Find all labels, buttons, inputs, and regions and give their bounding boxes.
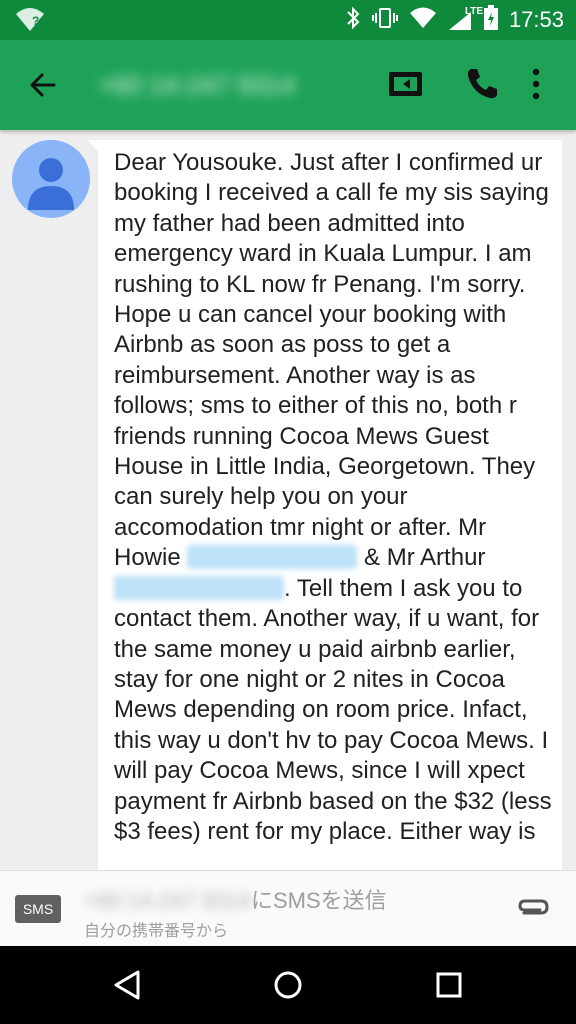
avatar[interactable] — [12, 140, 90, 218]
signal-icon: LTE — [447, 6, 483, 32]
compose-bar: SMS +60 14-247 9314にSMSを送信 自分の携帯番号から — [0, 870, 576, 947]
compose-input[interactable]: +60 14-247 9314にSMSを送信 — [84, 883, 387, 915]
video-call-icon[interactable] — [386, 64, 426, 104]
conversation-toolbar: +60 14-247 9314 — [0, 40, 576, 130]
status-time: 17:53 — [508, 7, 564, 32]
network-type-label: LTE — [464, 6, 484, 17]
message-list[interactable]: Dear Yousouke. Just after I confirmed ur… — [0, 130, 576, 870]
sms-badge: SMS — [15, 895, 61, 923]
message-bubble[interactable]: Dear Yousouke. Just after I confirmed ur… — [98, 140, 562, 870]
redacted-phone-number — [187, 545, 358, 570]
message-text-part1: Dear Yousouke. Just after I confirmed ur… — [114, 149, 549, 572]
message-text-part3: . Tell them I ask you to contact them. A… — [114, 574, 552, 845]
redacted-phone-number — [114, 575, 284, 600]
compose-subhint: 自分の携帯番号から — [84, 923, 229, 940]
nav-back-icon[interactable] — [110, 968, 144, 1002]
message-text-part2: & Mr Arthur — [357, 544, 486, 572]
message-text: Dear Yousouke. Just after I confirmed ur… — [114, 148, 554, 847]
compose-hint: にSMSを送信 — [251, 888, 387, 913]
wifi-badge: ? — [32, 14, 40, 28]
wifi-unknown-icon: ? — [14, 8, 46, 32]
more-vert-icon[interactable] — [518, 64, 554, 104]
nav-recents-icon[interactable] — [432, 968, 466, 1002]
bluetooth-icon — [345, 6, 361, 35]
status-bar: ? LTE 17:53 — [0, 0, 576, 40]
compose-recipient-number: +60 14-247 9314 — [84, 888, 251, 913]
contact-number[interactable]: +60 14-247 9314 — [98, 70, 295, 101]
nav-home-icon[interactable] — [271, 968, 305, 1002]
battery-charging-icon — [483, 4, 499, 36]
phone-icon[interactable] — [462, 64, 502, 104]
attach-icon[interactable] — [516, 895, 550, 923]
back-arrow-icon[interactable] — [26, 68, 60, 102]
system-nav-bar — [0, 946, 576, 1024]
vibrate-icon — [371, 6, 399, 35]
wifi-icon — [409, 6, 437, 35]
